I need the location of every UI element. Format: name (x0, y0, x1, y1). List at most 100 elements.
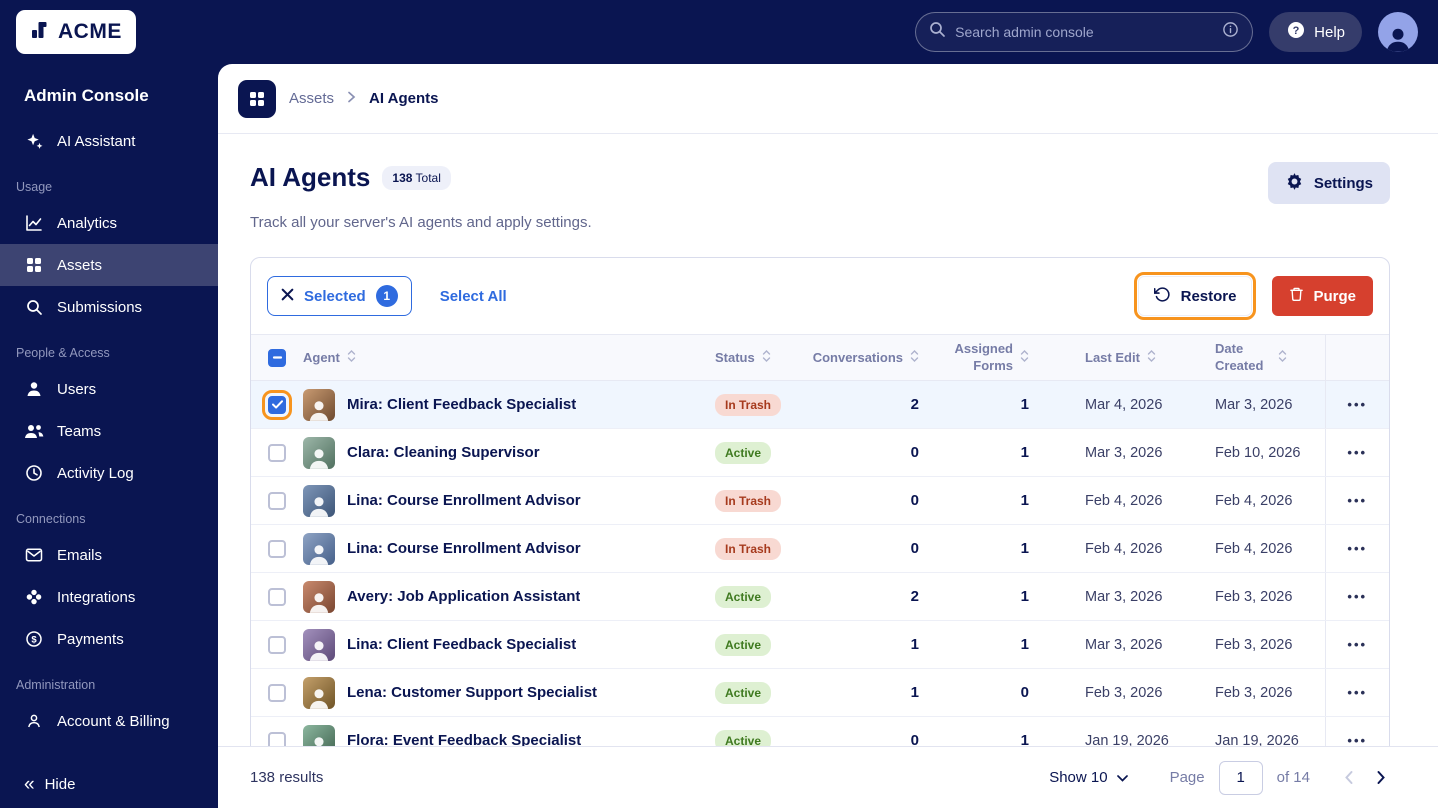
last-edit-date: Mar 3, 2026 (1065, 572, 1195, 621)
status-badge: Active (715, 681, 772, 704)
user-icon (24, 379, 44, 399)
row-checkbox[interactable] (268, 635, 286, 654)
sidebar-item-ai-assistant[interactable]: AI Assistant (0, 120, 218, 162)
assigned-forms-count: 0 (955, 668, 1065, 717)
close-icon[interactable] (281, 288, 294, 305)
assigned-forms-count: 1 (955, 476, 1065, 525)
sidebar-item-label: Assets (57, 256, 103, 274)
sidebar-item-label: Account & Billing (57, 712, 170, 730)
header-checkbox[interactable] (268, 348, 286, 367)
restore-button[interactable]: Restore (1133, 272, 1257, 320)
column-header-last-edit[interactable]: Last Edit (1065, 334, 1195, 381)
page-input[interactable] (1218, 760, 1263, 795)
page-label: Page (1169, 769, 1205, 786)
last-edit-date: Feb 4, 2026 (1065, 524, 1195, 573)
payments-icon: $ (24, 629, 44, 649)
last-edit-date: Mar 4, 2026 (1065, 380, 1195, 429)
conversations-count: 1 (835, 620, 955, 669)
help-button[interactable]: ? Help (1269, 12, 1362, 52)
info-icon[interactable] (1222, 21, 1239, 43)
sidebar-item-label: Submissions (57, 298, 143, 316)
row-actions-button[interactable]: ••• (1347, 637, 1367, 652)
purge-button[interactable]: Purge (1272, 276, 1373, 316)
agent-name[interactable]: Avery: Job Application Assistant (347, 588, 580, 605)
row-actions-button[interactable]: ••• (1347, 541, 1367, 556)
last-edit-date: Mar 3, 2026 (1065, 428, 1195, 477)
next-page-button[interactable] (1372, 766, 1390, 789)
selected-count-badge: 1 (375, 285, 398, 307)
sidebar-item-integrations[interactable]: Integrations (0, 576, 218, 618)
sidebar-item-assets[interactable]: Assets (0, 244, 218, 286)
row-checkbox[interactable] (268, 587, 286, 606)
table-row[interactable]: Clara: Cleaning Supervisor Active 0 1 Ma… (251, 428, 1389, 477)
column-header-assigned-forms[interactable]: Assigned Forms (954, 334, 1065, 381)
row-actions-button[interactable]: ••• (1347, 445, 1367, 460)
table-header-row: Agent Status Conversations Assigned Form… (251, 334, 1389, 381)
sidebar-item-teams[interactable]: Teams (0, 410, 218, 452)
agent-avatar (303, 484, 335, 517)
table-row[interactable]: Lina: Course Enrollment Advisor In Trash… (251, 476, 1389, 525)
row-checkbox[interactable] (268, 443, 286, 462)
sidebar-item-label: Payments (57, 630, 124, 648)
settings-button[interactable]: Settings (1267, 162, 1390, 204)
agent-name[interactable]: Lena: Customer Support Specialist (347, 684, 597, 701)
chart-icon (24, 213, 44, 233)
sidebar-item-users[interactable]: Users (0, 368, 218, 410)
row-checkbox[interactable] (268, 683, 286, 702)
sidebar-item-payments[interactable]: $ Payments (0, 618, 218, 660)
column-header-date-created[interactable]: Date Created (1195, 334, 1325, 381)
agent-avatar (303, 388, 335, 421)
agent-name[interactable]: Lina: Course Enrollment Advisor (347, 540, 581, 557)
user-avatar[interactable] (1378, 12, 1418, 52)
sidebar-item-account-billing[interactable]: Account & Billing (0, 700, 218, 742)
row-checkbox[interactable] (262, 389, 292, 420)
sidebar-item-activity-log[interactable]: Activity Log (0, 452, 218, 494)
table-row[interactable]: Lina: Course Enrollment Advisor In Trash… (251, 524, 1389, 573)
sidebar-item-submissions[interactable]: Submissions (0, 286, 218, 328)
help-label: Help (1314, 23, 1345, 41)
hide-sidebar-button[interactable]: « Hide (24, 775, 75, 794)
sidebar-item-label: Activity Log (57, 464, 134, 482)
sidebar-item-emails[interactable]: Emails (0, 534, 218, 576)
agents-table: Agent Status Conversations Assigned Form… (251, 334, 1389, 765)
row-actions-button[interactable]: ••• (1347, 493, 1367, 508)
row-checkbox[interactable] (268, 491, 286, 510)
search-icon (929, 21, 946, 43)
table-row[interactable]: Avery: Job Application Assistant Active … (251, 572, 1389, 621)
prev-page-button[interactable] (1340, 766, 1358, 789)
agent-name[interactable]: Mira: Client Feedback Specialist (347, 396, 576, 413)
column-header-conversations[interactable]: Conversations (813, 334, 955, 381)
logo-text: ACME (58, 20, 122, 43)
row-actions-button[interactable]: ••• (1347, 589, 1367, 604)
sidebar-item-analytics[interactable]: Analytics (0, 202, 218, 244)
agent-avatar (303, 580, 335, 613)
select-all-link[interactable]: Select All (440, 288, 507, 305)
selected-chip[interactable]: Selected 1 (267, 276, 412, 316)
main-panel: Assets AI Agents AI Agents 138 Total Set… (218, 64, 1438, 808)
conversations-count: 0 (835, 428, 955, 477)
assigned-forms-count: 1 (955, 620, 1065, 669)
select-all-checkbox-header[interactable] (251, 334, 303, 381)
show-per-page-select[interactable]: Show 10 (1049, 769, 1128, 786)
sidebar-section-label: People & Access (16, 346, 110, 360)
breadcrumb-assets[interactable]: Assets (289, 90, 334, 107)
restore-label: Restore (1180, 287, 1237, 305)
agent-name[interactable]: Lina: Course Enrollment Advisor (347, 492, 581, 509)
agent-name[interactable]: Lina: Client Feedback Specialist (347, 636, 576, 653)
agents-table-card: Selected 1 Select All Restore Purge Agen… (250, 257, 1390, 797)
row-actions-button[interactable]: ••• (1347, 397, 1367, 412)
table-row[interactable]: Mira: Client Feedback Specialist In Tras… (251, 380, 1389, 429)
agent-name[interactable]: Clara: Cleaning Supervisor (347, 444, 540, 461)
row-actions-button[interactable]: ••• (1347, 685, 1367, 700)
search-icon (24, 297, 44, 317)
conversations-count: 1 (835, 668, 955, 717)
row-checkbox[interactable] (268, 539, 286, 558)
search-input[interactable] (955, 24, 1214, 40)
grid-icon (24, 255, 44, 275)
table-row[interactable]: Lena: Customer Support Specialist Active… (251, 668, 1389, 717)
results-count: 138 results (250, 769, 324, 786)
column-header-agent[interactable]: Agent (303, 334, 715, 381)
table-row[interactable]: Lina: Client Feedback Specialist Active … (251, 620, 1389, 669)
mail-icon (24, 545, 44, 565)
assets-icon[interactable] (238, 79, 276, 118)
